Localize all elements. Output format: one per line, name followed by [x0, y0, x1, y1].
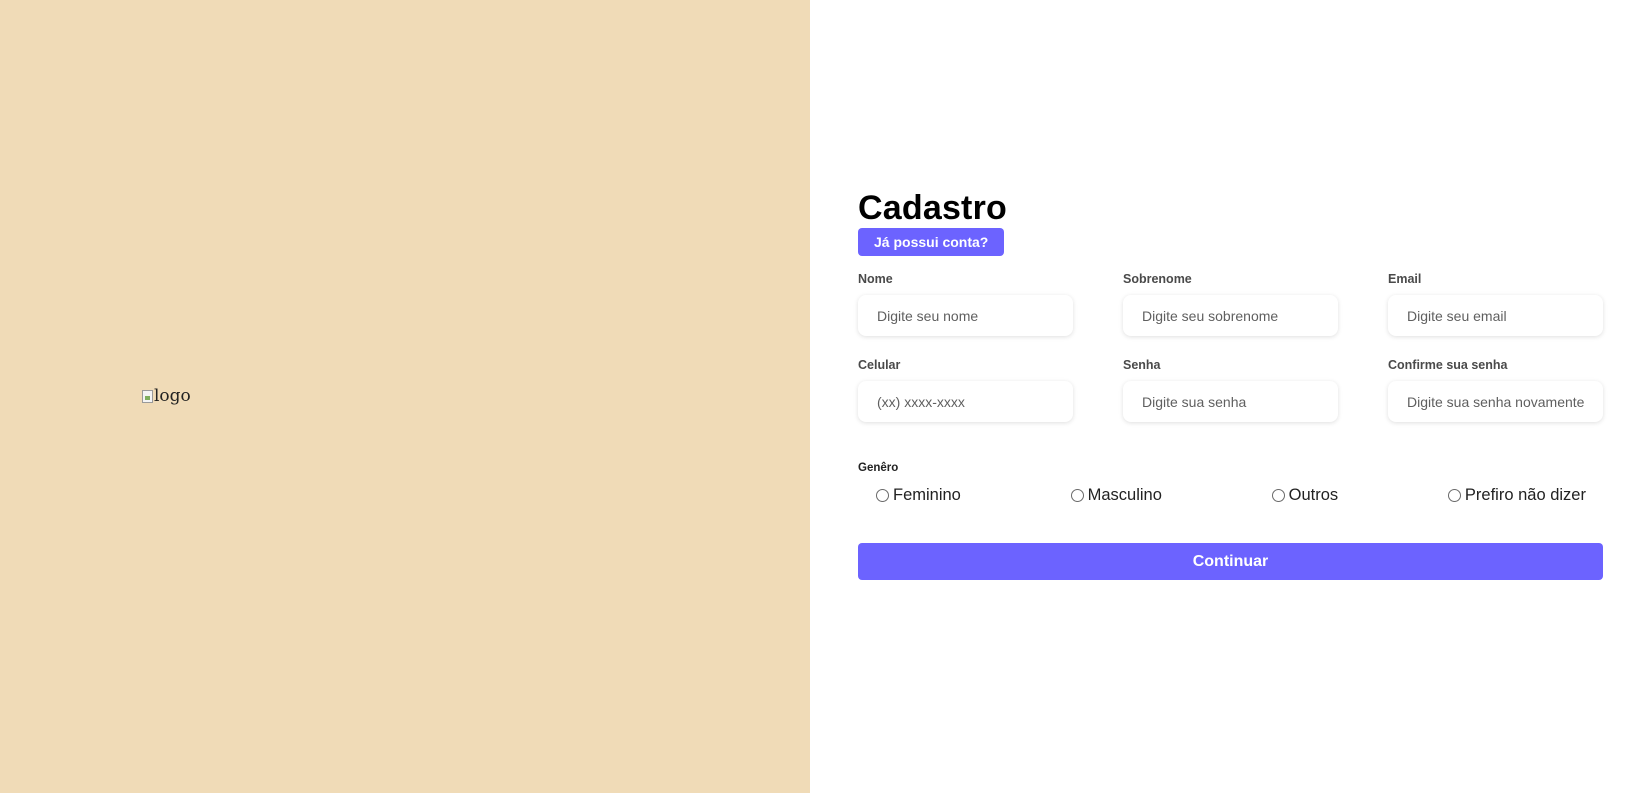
logo-alt-text: logo: [154, 386, 191, 406]
gender-option-outros[interactable]: Outros: [1271, 486, 1339, 505]
gender-option-feminino[interactable]: Feminino: [876, 486, 961, 505]
fields-grid: Nome Sobrenome Email Celular Senha: [858, 272, 1603, 422]
celular-input[interactable]: [858, 381, 1073, 422]
radio-masculino[interactable]: [1070, 489, 1084, 502]
nome-input[interactable]: [858, 295, 1073, 336]
email-label: Email: [1388, 272, 1422, 286]
sobrenome-input[interactable]: [1123, 295, 1338, 336]
gender-label-outros: Outros: [1288, 486, 1339, 504]
gender-label-masculino: Masculino: [1087, 486, 1162, 504]
signup-form: Cadastro Já possui conta? Nome Sobrenome…: [858, 188, 1603, 580]
page-title: Cadastro: [858, 189, 1007, 227]
confirme-senha-input[interactable]: [1388, 381, 1603, 422]
nome-label: Nome: [858, 272, 893, 286]
right-panel: Cadastro Já possui conta? Nome Sobrenome…: [810, 0, 1630, 793]
field-email: Email: [1388, 272, 1603, 336]
gender-option-masculino[interactable]: Masculino: [1070, 486, 1162, 505]
email-input[interactable]: [1388, 295, 1603, 336]
field-confirme-senha: Confirme sua senha: [1388, 358, 1603, 422]
field-senha: Senha: [1123, 358, 1338, 422]
broken-image-icon: [142, 389, 153, 403]
radio-prefiro-nao-dizer[interactable]: [1447, 489, 1461, 502]
gender-label-prefiro-nao-dizer: Prefiro não dizer: [1464, 486, 1586, 504]
gender-option-prefiro-nao-dizer[interactable]: Prefiro não dizer: [1447, 486, 1586, 505]
field-nome: Nome: [858, 272, 1073, 336]
field-celular: Celular: [858, 358, 1073, 422]
confirme-senha-label: Confirme sua senha: [1388, 358, 1508, 372]
sobrenome-label: Sobrenome: [1123, 272, 1192, 286]
continue-button[interactable]: Continuar: [858, 543, 1603, 580]
gender-title: Genêro: [858, 462, 899, 474]
senha-input[interactable]: [1123, 381, 1338, 422]
left-panel: logo: [0, 0, 810, 793]
celular-label: Celular: [858, 358, 901, 372]
gender-label-feminino: Feminino: [893, 486, 961, 504]
radio-outros[interactable]: [1271, 489, 1285, 502]
field-sobrenome: Sobrenome: [1123, 272, 1338, 336]
senha-label: Senha: [1123, 358, 1161, 372]
gender-section: Genêro Feminino Masculino Outros Prefiro…: [858, 462, 1603, 505]
gender-options: Feminino Masculino Outros Prefiro não di…: [858, 486, 1603, 505]
login-link-button[interactable]: Já possui conta?: [858, 228, 1005, 256]
radio-feminino[interactable]: [876, 489, 889, 502]
logo-image: logo: [142, 386, 191, 406]
signup-page: logo Cadastro Já possui conta? Nome Sobr…: [0, 0, 1630, 793]
